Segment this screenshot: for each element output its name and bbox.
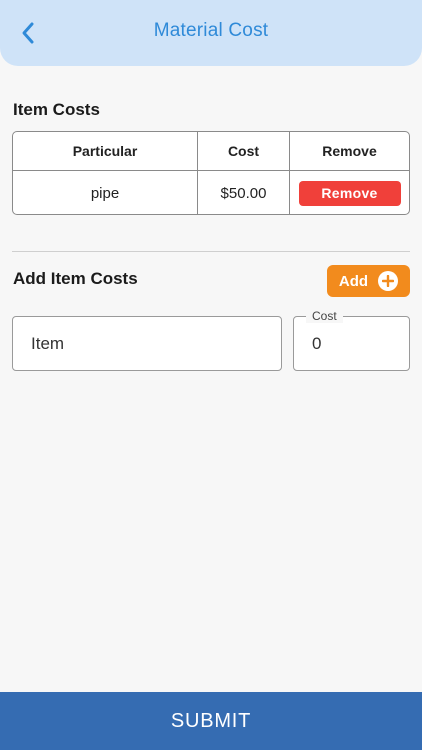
cost-field: Cost: [293, 309, 410, 371]
item-input[interactable]: [13, 317, 281, 370]
section-divider: [12, 251, 410, 252]
plus-circle-icon: [378, 271, 399, 291]
add-button-label: Add: [338, 272, 369, 290]
column-header-remove: Remove: [322, 143, 377, 159]
remove-button[interactable]: Remove: [298, 180, 401, 206]
item-field: [12, 316, 282, 371]
app-header: Material Cost: [0, 0, 422, 66]
cost-input[interactable]: [294, 317, 409, 370]
cell-particular: pipe: [13, 171, 198, 214]
table-header-row: Particular Cost Remove: [13, 132, 409, 171]
page-title: Material Cost: [153, 20, 269, 41]
add-button[interactable]: Add: [327, 265, 410, 297]
column-header-cost: Cost: [198, 132, 290, 170]
add-item-costs-heading: Add Item Costs: [13, 269, 138, 288]
cell-remove: Remove: [290, 171, 409, 214]
table-row: pipe $50.00 Remove: [13, 171, 409, 214]
column-header-particular: Particular: [13, 132, 198, 170]
submit-button[interactable]: SUBMIT: [0, 692, 422, 750]
cell-cost: $50.00: [198, 171, 290, 214]
item-costs-table: Particular Cost Remove pipe $50.00 Remov…: [12, 131, 410, 215]
item-costs-heading: Item Costs: [13, 100, 100, 119]
